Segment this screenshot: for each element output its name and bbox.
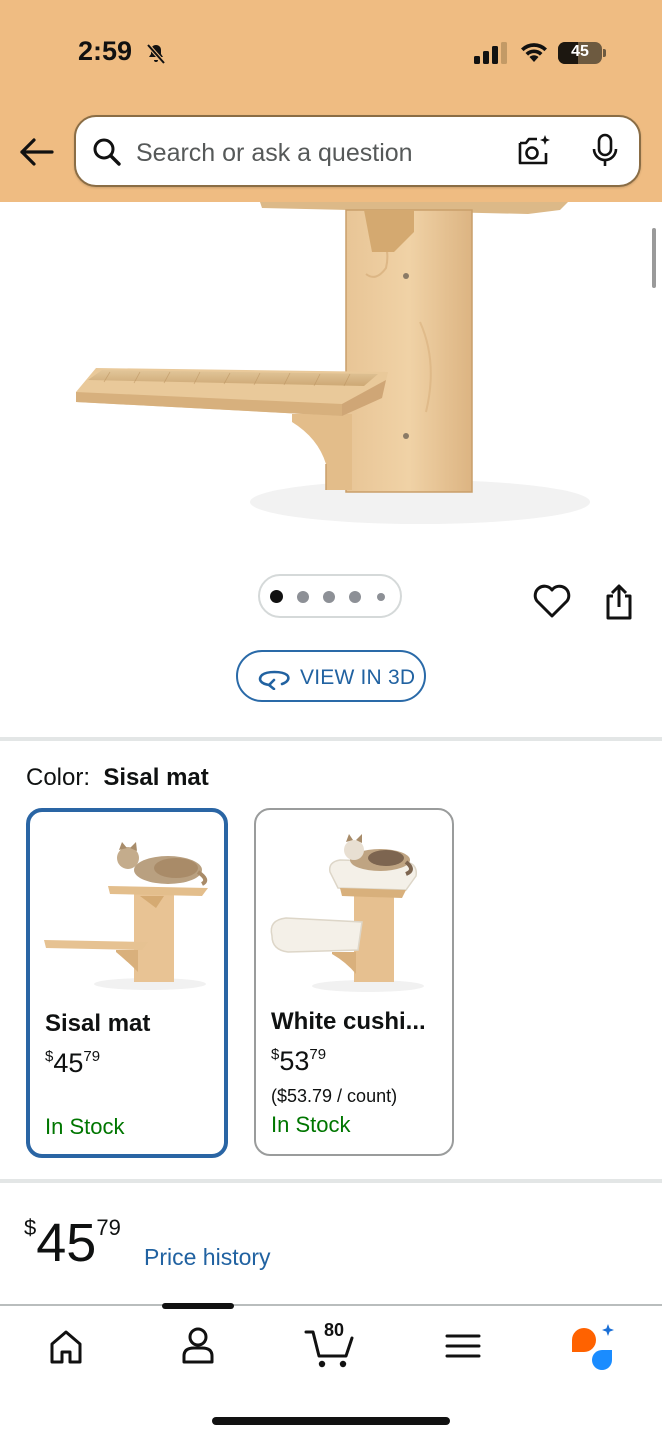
menu-icon[interactable] [435,1320,491,1372]
wifi-icon [521,43,547,62]
color-selector-label: Color: Sisal mat [26,764,209,792]
scrollbar[interactable] [652,228,656,288]
search-input[interactable]: Search or ask a question [136,139,413,168]
share-icon[interactable] [602,582,636,622]
app-header: 2:59 45 Search or ask a question [0,0,662,202]
product-image[interactable] [0,202,662,552]
carousel-dot[interactable] [349,591,361,603]
battery-cap [603,49,606,57]
account-icon[interactable] [170,1320,226,1372]
variation-price: $5379 [271,1046,326,1077]
cart-count-badge: 80 [323,1320,345,1340]
price-history-link[interactable]: Price history [144,1244,271,1271]
image-carousel-indicator[interactable] [258,574,402,618]
variation-stock-status: In Stock [271,1112,351,1137]
variation-swatch-sisal-mat[interactable]: Sisal mat $4579 In Stock [26,808,228,1158]
price-fraction: 79 [96,1215,121,1240]
product-page: 2:59 45 Search or ask a question VIEW IN… [0,0,662,1440]
cat-shelf-illustration [76,202,590,524]
variation-thumbnail [270,834,424,992]
price-currency: $ [24,1215,37,1240]
variation-stock-status: In Stock [45,1114,125,1139]
variation-price-cents: 79 [83,1048,101,1065]
carousel-dot[interactable] [377,593,385,601]
battery-icon: 45 [558,42,602,64]
search-bar[interactable]: Search or ask a question [74,115,641,187]
variation-thumbnail [44,842,208,990]
bell-slash-icon [146,43,166,65]
color-label: Color: [26,764,91,791]
back-arrow-icon[interactable] [16,134,56,170]
camera-lens-icon[interactable] [516,133,552,169]
variation-price-dollars: 53 [279,1046,310,1076]
variation-price: $4579 [45,1048,100,1079]
selected-color-value: Sisal mat [103,764,209,791]
variation-unit-price: ($53.79 / count) [271,1086,398,1106]
variation-price-dollars: 45 [53,1048,84,1078]
status-time: 2:59 [78,36,133,66]
section-divider [0,1179,662,1183]
microphone-icon[interactable] [590,133,620,169]
variation-name: White cushi... [271,1008,426,1035]
view-in-3d-label: VIEW IN 3D [300,666,416,689]
cellular-signal-icon [474,42,507,64]
battery-level: 45 [571,43,589,60]
view-in-3d-button[interactable]: VIEW IN 3D [236,650,426,702]
variation-name: Sisal mat [45,1010,151,1037]
active-tab-indicator [162,1303,234,1309]
rufus-assistant-icon[interactable] [566,1320,622,1372]
heart-icon[interactable] [532,582,572,620]
product-price: $4579 [24,1212,121,1274]
price-whole: 45 [36,1213,97,1273]
carousel-dot[interactable] [297,591,309,603]
carousel-dot[interactable] [323,591,335,603]
carousel-dot-active[interactable] [270,590,283,603]
variation-price-symbol: $ [45,1048,54,1065]
variation-price-cents: 79 [309,1046,327,1063]
section-divider [0,737,662,741]
variation-price-symbol: $ [271,1046,280,1063]
search-icon [93,138,121,166]
home-indicator[interactable] [212,1417,450,1425]
variation-swatch-white-cushion[interactable]: White cushi... $5379 ($53.79 / count) In… [254,808,454,1156]
home-icon[interactable] [38,1320,94,1372]
rotate-3d-icon [258,670,290,690]
